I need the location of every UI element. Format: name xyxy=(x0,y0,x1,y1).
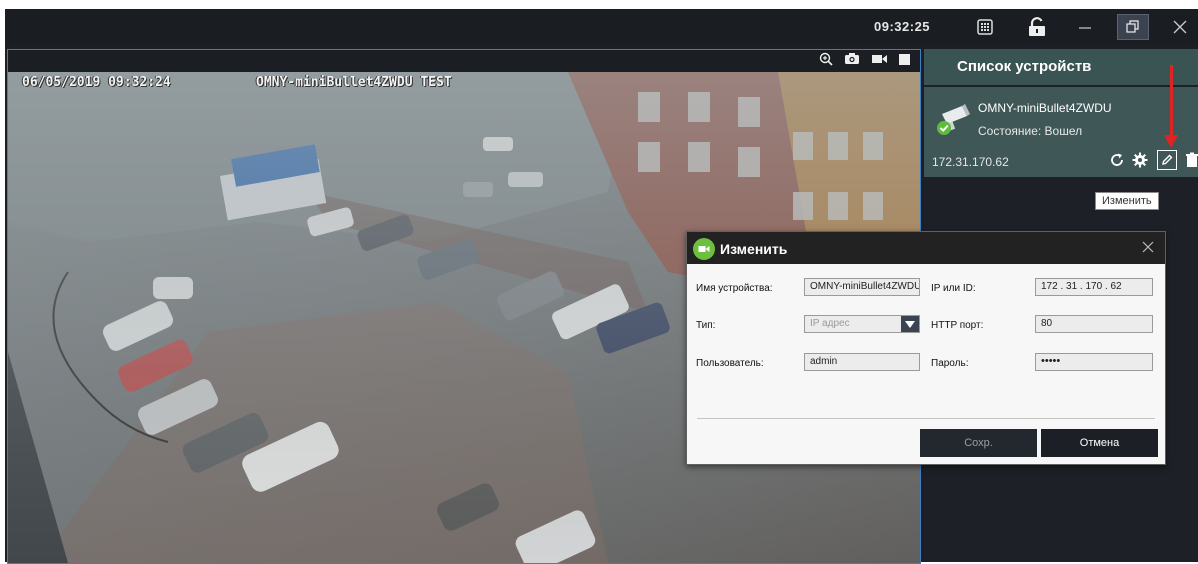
user-field[interactable]: admin xyxy=(804,353,920,371)
osd-camera-name: OMNY-miniBullet4ZWDU TEST xyxy=(256,75,452,90)
annotation-arrow-head xyxy=(1164,135,1178,148)
device-name-field[interactable]: OMNY-miniBullet4ZWDU xyxy=(804,278,920,296)
delete-icon[interactable] xyxy=(1182,150,1198,170)
stop-icon[interactable] xyxy=(899,52,910,70)
type-label: Тип: xyxy=(696,320,716,331)
device-list-header: Список устройств xyxy=(924,49,1198,85)
http-port-label: HTTP порт: xyxy=(931,320,984,331)
clock: 09:32:25 xyxy=(874,19,931,34)
ip-field[interactable]: 172 . 31 . 170 . 62 xyxy=(1035,278,1153,296)
dialog-title: Изменить xyxy=(720,241,788,257)
device-name-label: Имя устройства: xyxy=(696,283,773,294)
edit-tooltip: Изменить xyxy=(1095,192,1159,210)
device-name: OMNY-miniBullet4ZWDU xyxy=(978,101,1112,115)
zoom-icon[interactable] xyxy=(819,52,833,71)
chevron-down-icon[interactable] xyxy=(901,316,919,332)
video-toolbar xyxy=(780,50,920,72)
minimize-icon[interactable] xyxy=(1073,15,1097,39)
lock-icon[interactable] xyxy=(1025,15,1049,39)
cancel-button[interactable]: Отмена xyxy=(1041,429,1158,457)
snapshot-icon[interactable] xyxy=(844,52,860,70)
osd-datetime: 06/05/2019 09:32:24 xyxy=(22,75,171,90)
camera-icon xyxy=(934,102,972,138)
title-bar: 09:32:25 xyxy=(5,9,1198,45)
annotation-arrow xyxy=(1170,65,1173,137)
restore-icon[interactable] xyxy=(1117,14,1149,40)
edit-icon[interactable] xyxy=(1157,150,1177,170)
settings-icon[interactable] xyxy=(1130,150,1150,170)
password-field[interactable]: ••••• xyxy=(1035,353,1153,371)
edit-device-dialog: Изменить Имя устройства: OMNY-miniBullet… xyxy=(686,231,1166,465)
save-button[interactable]: Сохр. xyxy=(920,429,1037,457)
grid-icon[interactable] xyxy=(973,15,997,39)
type-select[interactable]: IP адрес xyxy=(804,315,920,333)
device-list-title: Список устройств xyxy=(957,58,1092,75)
camera-icon xyxy=(693,238,715,260)
device-ip: 172.31.170.62 xyxy=(932,155,1009,169)
device-card[interactable]: OMNY-miniBullet4ZWDU Состояние: Вошел 17… xyxy=(924,87,1198,177)
ip-label: IP или ID: xyxy=(931,283,976,294)
user-label: Пользователь: xyxy=(696,358,764,369)
refresh-icon[interactable] xyxy=(1107,150,1127,170)
dialog-header: Изменить xyxy=(687,232,1165,264)
close-icon[interactable] xyxy=(1139,238,1157,256)
record-icon[interactable] xyxy=(871,52,888,70)
dialog-divider xyxy=(697,418,1155,419)
http-port-field[interactable]: 80 xyxy=(1035,315,1153,333)
device-status: Состояние: Вошел xyxy=(978,124,1083,138)
close-icon[interactable] xyxy=(1168,15,1192,39)
password-label: Пароль: xyxy=(931,358,969,369)
type-select-value: IP адрес xyxy=(810,318,850,329)
